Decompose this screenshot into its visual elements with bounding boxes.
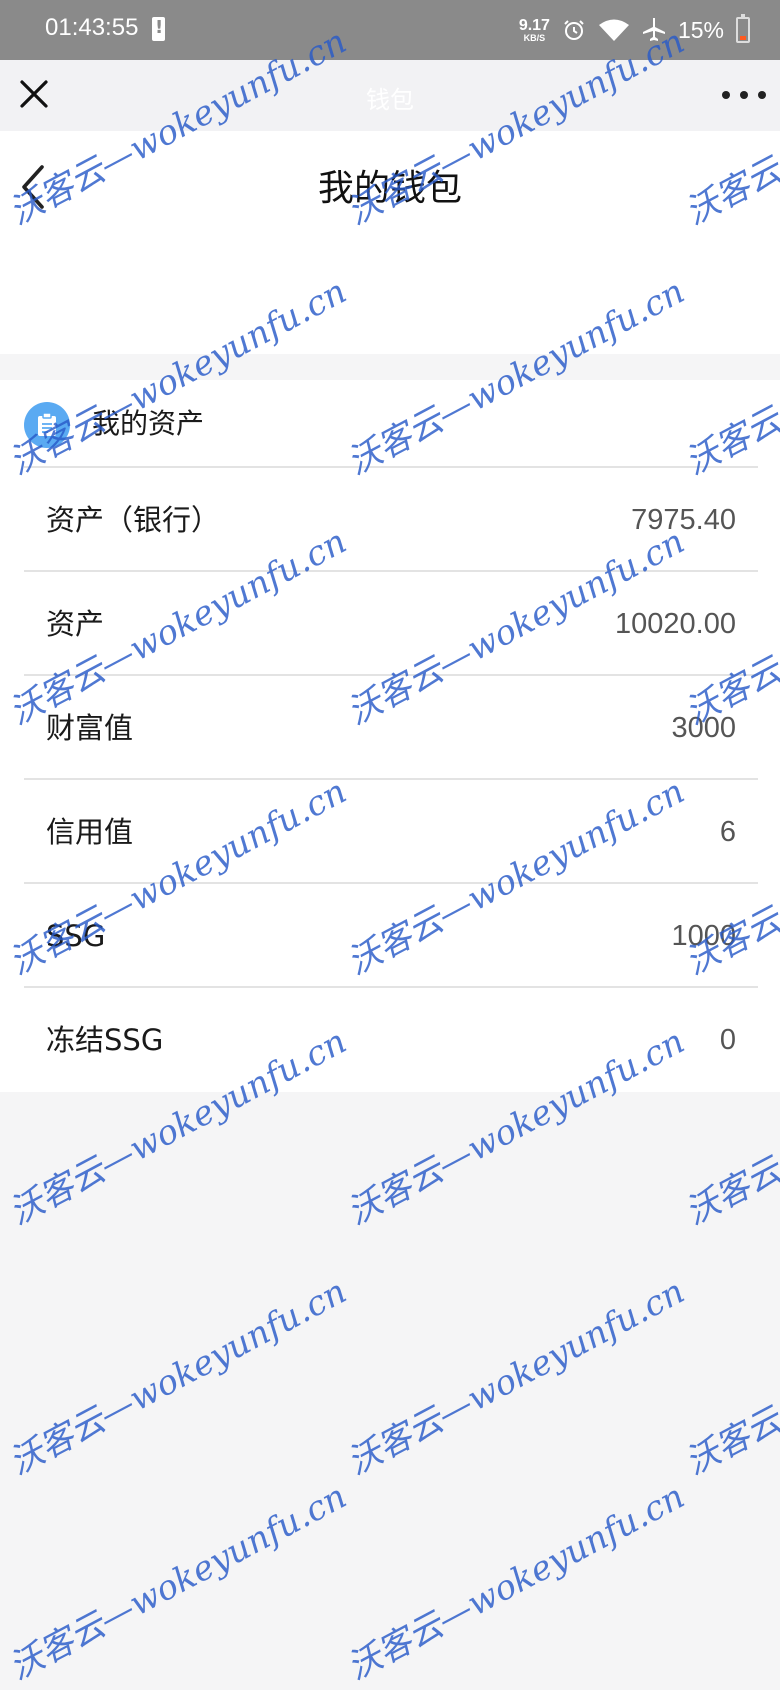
network-speed-value: 9.17 [518, 16, 550, 34]
asset-row: 信用值 6 [24, 778, 758, 882]
asset-value: 3000 [671, 712, 736, 744]
asset-label: 资产（银行） [46, 503, 221, 537]
asset-label: 信用值 [46, 815, 134, 849]
status-bar: 01:43:55 9.17 KB/S 15% [0, 0, 780, 60]
airplane-icon [642, 18, 665, 41]
asset-value: 7975.40 [631, 504, 736, 536]
watermark-text: 沃客云—wokeyunfu.cn [340, 1476, 692, 1689]
wechat-title: 钱包 [366, 86, 414, 114]
asset-label: 财富值 [46, 711, 134, 745]
status-icons: 9.17 KB/S 15% [519, 12, 750, 48]
status-time: 01:43:55 [45, 14, 139, 41]
assets-card: 我的资产 资产（银行） 7975.40 资产 10020.00 财富值 3000… [0, 380, 780, 1092]
watermark-text: 沃客云—wokeyunfu.cn [2, 1476, 354, 1689]
asset-value: 6 [719, 816, 736, 848]
asset-row: 资产（银行） 7975.40 [24, 466, 758, 570]
battery-alert-icon [152, 17, 165, 41]
more-icon[interactable] [722, 83, 766, 107]
watermark-text: 沃客云—wokeyunfu.cn [678, 1271, 780, 1484]
assets-title: 我的资产 [92, 407, 205, 440]
asset-value: 0 [719, 1024, 736, 1056]
page-header: 我的钱包 [0, 131, 780, 354]
asset-value: 1000 [671, 920, 736, 952]
asset-row: 财富值 3000 [24, 674, 758, 778]
alarm-icon [564, 20, 584, 40]
asset-value: 10020.00 [615, 608, 736, 640]
asset-row: 冻结SSG 0 [24, 986, 758, 1090]
page-title: 我的钱包 [317, 168, 462, 209]
assets-card-header: 我的资产 [0, 380, 780, 466]
asset-row: SSG 1000 [24, 882, 758, 986]
network-speed: 9.17 KB/S [518, 16, 550, 43]
battery-percent: 15% [677, 16, 724, 43]
wifi-icon [598, 19, 629, 41]
watermark-text: 沃客云—wokeyunfu.cn [340, 1271, 692, 1484]
watermark-text: 沃客云—wokeyunfu.cn [2, 1271, 354, 1484]
wechat-navigation-bar: 钱包 [0, 60, 780, 131]
battery-icon [736, 14, 750, 43]
asset-row: 资产 10020.00 [24, 570, 758, 674]
clipboard-icon [24, 402, 70, 448]
asset-label: 资产 [46, 607, 105, 641]
asset-label: 冻结SSG [46, 1023, 164, 1057]
network-speed-unit: KB/S [523, 32, 546, 43]
asset-label: SSG [46, 919, 106, 953]
